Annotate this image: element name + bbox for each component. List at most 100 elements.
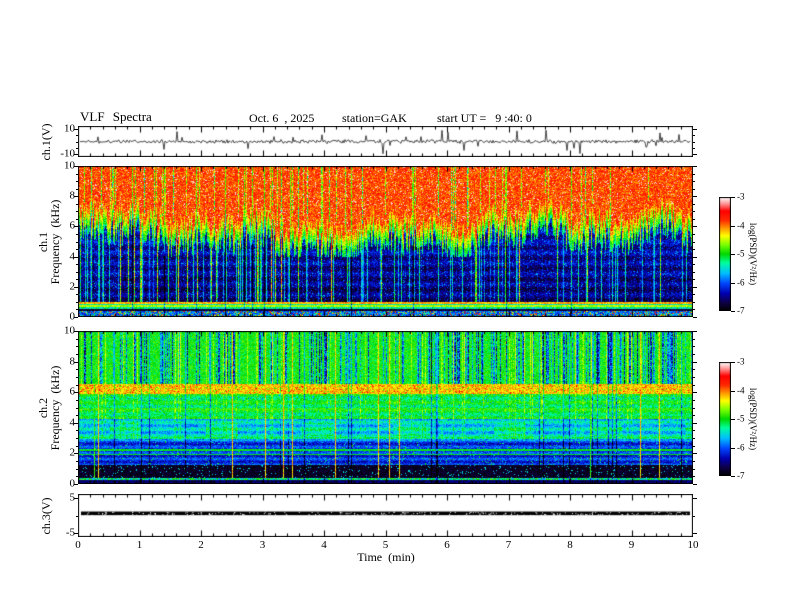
axis-tick <box>76 430 78 431</box>
axis-tick <box>693 354 695 355</box>
axis-tick <box>731 362 735 363</box>
x-tick-label: 9 <box>628 539 635 551</box>
axis-tick <box>76 174 78 175</box>
cbar2-tick-label: -3 <box>737 356 745 367</box>
axis-tick <box>693 400 695 401</box>
axis-tick <box>693 453 697 454</box>
axis-tick <box>76 354 78 355</box>
axis-tick <box>693 461 695 462</box>
axis-tick <box>693 257 697 258</box>
axis-tick <box>74 498 78 499</box>
axis-tick <box>693 408 695 409</box>
cbar1-tick-label: -6 <box>737 277 745 287</box>
axis-tick <box>76 272 78 273</box>
ch1-waveform-canvas <box>78 126 693 157</box>
x-tick-label: 0 <box>75 539 81 551</box>
ch1-voltage-axis-title: ch.1(V) <box>39 123 53 161</box>
axis-tick <box>693 339 695 340</box>
axis-tick <box>76 516 78 517</box>
axis-tick <box>76 446 78 447</box>
ch1-spectrogram-canvas <box>78 166 693 317</box>
axis-tick <box>693 287 697 288</box>
axis-tick <box>76 369 78 370</box>
time-axis-title: Time (min) <box>357 550 415 564</box>
axis-tick <box>74 317 78 318</box>
axis-tick <box>76 309 78 310</box>
axis-tick <box>693 533 697 534</box>
axis-tick <box>76 415 78 416</box>
x-tick-label: 3 <box>259 539 266 551</box>
axis-tick <box>76 234 78 235</box>
axis-tick <box>76 279 78 280</box>
cbar1-tick-label: -7 <box>737 305 745 316</box>
axis-tick <box>74 453 78 454</box>
axis-tick <box>74 129 78 130</box>
axis-tick <box>76 476 78 477</box>
cbar2-tick-label: -4 <box>737 385 745 395</box>
x-tick-label: 4 <box>321 539 327 551</box>
x-tick-label: 5 <box>382 539 389 551</box>
axis-tick <box>693 249 695 250</box>
axis-tick <box>76 204 78 205</box>
frequency-khz-label: Frequency (kHz) <box>48 365 62 451</box>
axis-tick <box>693 135 695 136</box>
axis-tick <box>74 484 78 485</box>
axis-tick <box>693 219 695 220</box>
axis-tick <box>76 294 78 295</box>
vlf-spectra-figure: VLF Spectra Oct. 6 , 2025 station=GAK st… <box>0 0 792 612</box>
axis-tick <box>74 166 78 167</box>
cbar2-tick-label: -7 <box>737 470 745 481</box>
axis-tick <box>693 272 695 273</box>
colorbar-ch2 <box>719 362 731 476</box>
axis-tick <box>693 309 695 310</box>
axis-tick <box>693 516 695 517</box>
axis-tick <box>76 211 78 212</box>
axis-tick <box>693 154 697 155</box>
axis-tick <box>693 446 695 447</box>
axis-tick <box>76 219 78 220</box>
axis-tick <box>693 234 695 235</box>
axis-tick <box>74 423 78 424</box>
axis-tick <box>693 294 695 295</box>
ch2-frequency-axis-title: ch.2 Frequency (kHz) <box>36 365 62 451</box>
axis-tick <box>74 154 78 155</box>
ch3-waveform-canvas <box>78 494 693 537</box>
axis-tick <box>74 392 78 393</box>
axis-tick <box>693 317 697 318</box>
axis-tick <box>76 346 78 347</box>
axis-tick <box>693 302 695 303</box>
ch3-voltage-axis-title: ch.3(V) <box>39 497 53 535</box>
axis-tick <box>74 362 78 363</box>
axis-tick <box>693 331 697 332</box>
axis-tick <box>731 419 735 420</box>
axis-tick <box>693 469 695 470</box>
axis-tick <box>693 226 697 227</box>
ch2-spectrogram-canvas <box>78 331 693 484</box>
cbar2-tick-label: -6 <box>737 442 745 452</box>
axis-tick <box>693 346 695 347</box>
x-tick-label: 6 <box>444 539 450 551</box>
colorbar-unit-ch2: log(PSD)(V²/Hz) <box>748 387 758 451</box>
axis-tick <box>693 484 697 485</box>
axis-tick <box>731 390 735 392</box>
colorbar-unit-ch1: log(PSD)(V²/Hz) <box>748 222 758 286</box>
frequency-khz-label: Frequency (kHz) <box>48 199 62 285</box>
x-tick-label: 8 <box>567 539 573 551</box>
axis-tick <box>76 438 78 439</box>
cbar2-tick-label: -5 <box>737 413 745 424</box>
axis-tick <box>731 447 735 449</box>
axis-tick <box>76 408 78 409</box>
axis-tick <box>76 148 78 149</box>
axis-tick <box>731 476 735 477</box>
axis-tick <box>693 142 695 143</box>
ch1-wave-y-tick-label: -10 <box>60 147 75 160</box>
axis-tick <box>76 249 78 250</box>
axis-tick <box>693 385 695 386</box>
axis-tick <box>693 211 695 212</box>
x-tick-label: 2 <box>198 539 204 551</box>
cbar1-tick-label: -5 <box>737 248 745 259</box>
axis-tick <box>731 254 735 255</box>
axis-tick <box>693 377 695 378</box>
axis-tick <box>693 196 697 197</box>
axis-tick <box>693 498 697 499</box>
